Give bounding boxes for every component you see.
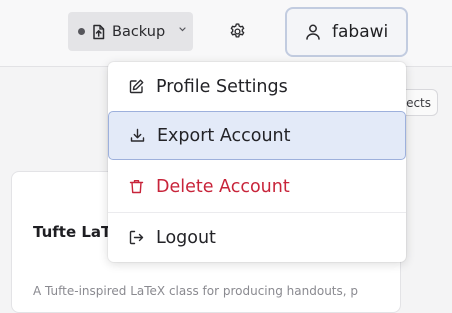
menu-item-label: Delete Account [156, 176, 290, 197]
edit-icon [129, 79, 144, 94]
file-upload-icon [93, 24, 105, 39]
chevron-down-icon [179, 27, 186, 32]
user-menu-button[interactable]: fabawi [285, 7, 408, 57]
menu-item-logout[interactable]: Logout [108, 213, 406, 262]
menu-item-label: Profile Settings [156, 76, 288, 97]
status-dot-icon [78, 28, 85, 35]
project-card-description: A Tufte-inspired LaTeX class for produci… [33, 284, 359, 298]
menu-item-label: Export Account [157, 125, 291, 146]
menu-item-profile-settings[interactable]: Profile Settings [108, 62, 406, 111]
menu-item-export-account[interactable]: Export Account [108, 111, 406, 160]
download-icon [130, 128, 145, 142]
logout-icon [129, 230, 144, 245]
trash-icon [129, 180, 144, 194]
menu-item-label: Logout [156, 227, 216, 248]
user-name: fabawi [332, 22, 389, 42]
gear-icon[interactable] [228, 22, 247, 41]
projects-button-label: ects [406, 95, 431, 110]
user-dropdown-menu: Profile Settings Export Account Delete A… [108, 62, 406, 262]
menu-item-delete-account[interactable]: Delete Account [108, 162, 406, 211]
backup-label: Backup [112, 23, 166, 40]
backup-dropdown-button[interactable]: Backup [68, 12, 193, 51]
user-icon [306, 24, 320, 40]
top-bar: Backup fabawi [0, 0, 452, 67]
